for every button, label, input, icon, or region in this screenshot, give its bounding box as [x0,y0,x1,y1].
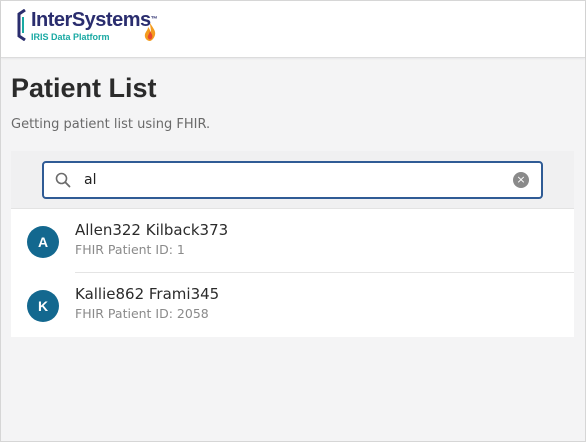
logo-name-text: InterSystems [31,9,151,31]
logo-bracket-icon [17,9,26,41]
search-icon [55,172,71,188]
page-subtitle: Getting patient list using FHIR. [11,117,211,132]
avatar: K [27,290,59,322]
search-bar[interactable]: × [42,161,543,199]
patient-id: FHIR Patient ID: 1 [75,242,185,257]
logo-trademark: ™ [150,16,158,23]
flame-icon [144,23,156,41]
patient-id: FHIR Patient ID: 2058 [75,306,209,321]
logo-subtitle: IRIS Data Platform [31,32,110,42]
search-input[interactable] [84,167,504,193]
intersystems-logo[interactable]: InterSystems™ IRIS Data Platform [17,9,158,45]
logo-name: InterSystems™ [31,9,158,31]
list-item[interactable]: K Kallie862 Frami345 FHIR Patient ID: 20… [11,273,574,337]
avatar: A [27,226,59,258]
patient-list: A Allen322 Kilback373 FHIR Patient ID: 1… [11,209,574,337]
app-header: InterSystems™ IRIS Data Platform [1,1,585,58]
page-title: Patient List [11,73,157,103]
app-frame: InterSystems™ IRIS Data Platform Patient… [0,0,586,442]
search-toolbar: × [11,151,574,209]
logo-text: InterSystems™ IRIS Data Platform [31,9,158,42]
list-item[interactable]: A Allen322 Kilback373 FHIR Patient ID: 1 [11,209,574,273]
patient-name: Allen322 Kilback373 [75,221,229,239]
clear-icon[interactable]: × [513,172,529,188]
patient-name: Kallie862 Frami345 [75,285,220,303]
